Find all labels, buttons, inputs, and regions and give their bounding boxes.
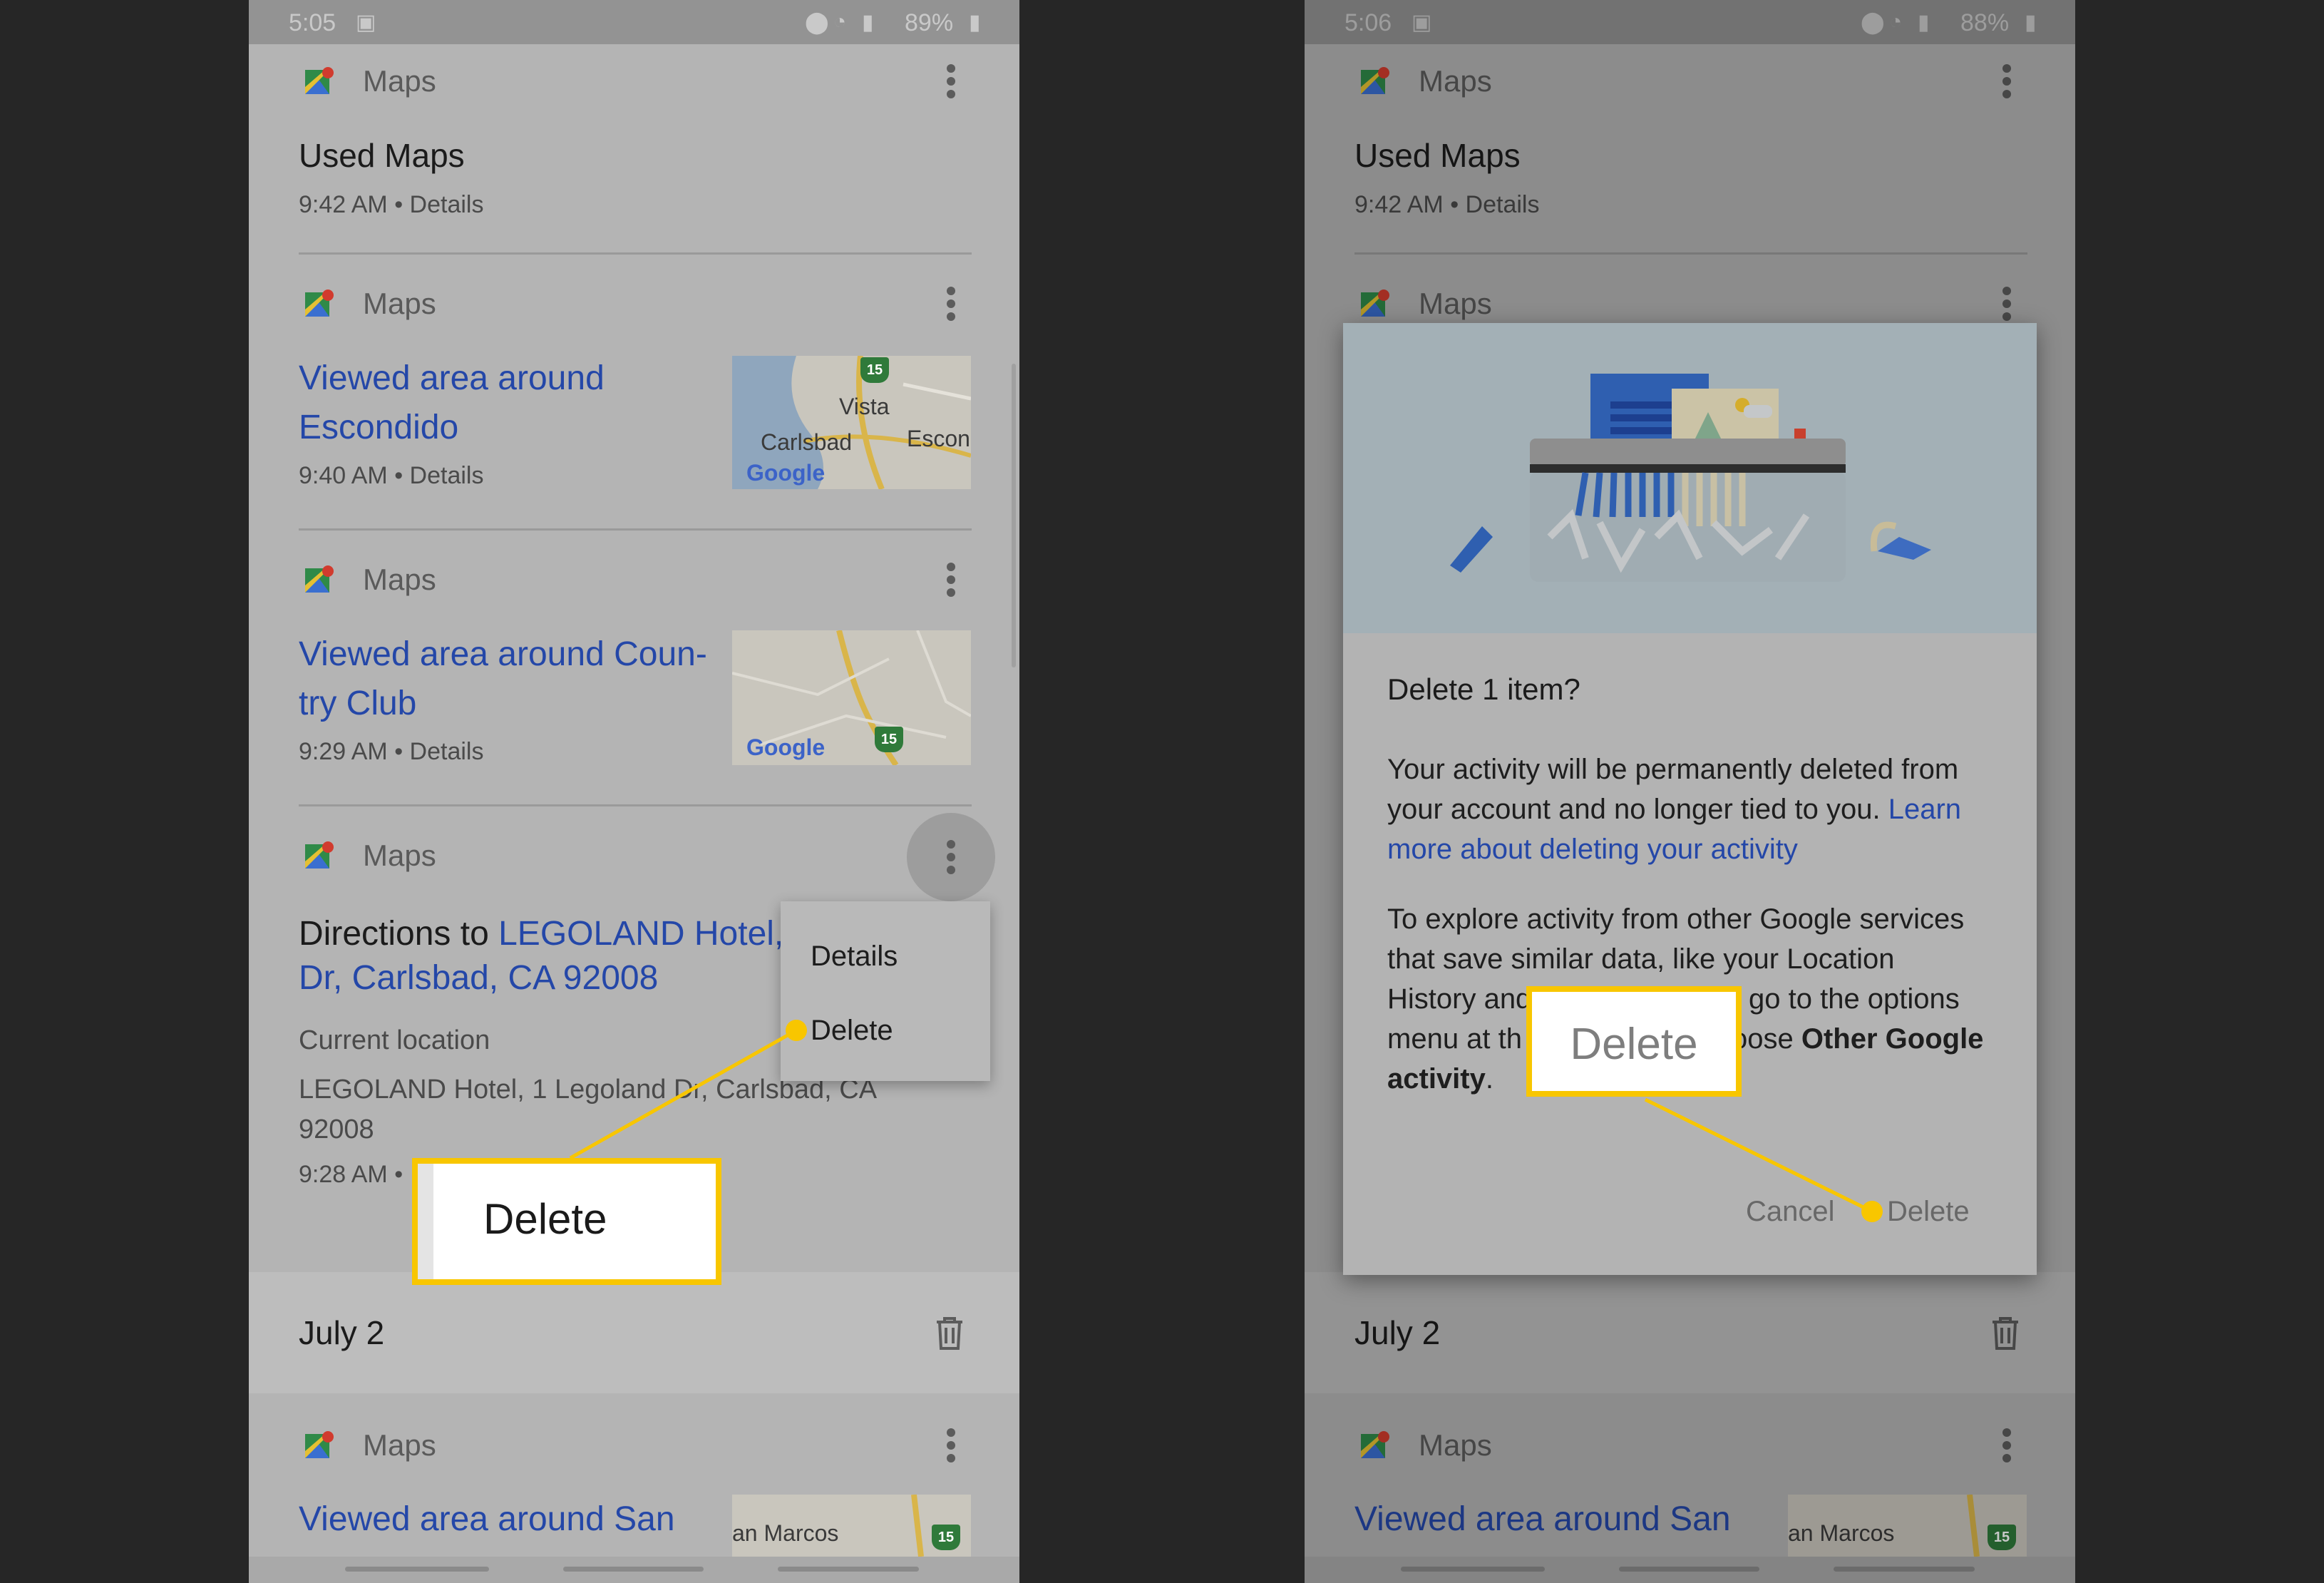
map-thumbnail[interactable]: 15 Google [732,630,971,765]
app-name: Maps [363,1428,436,1462]
status-bar: 5:05 ▣ ⬤ ◔ ▮ 89% ▮ [249,0,1019,44]
wifi-icon: ◔ [833,10,847,34]
dialog-title: Delete 1 item? [1387,672,1580,706]
more-options-icon[interactable] [930,275,972,332]
activity-meta[interactable]: 9:42 AM • Details [299,193,483,217]
activity-title-link[interactable]: Viewed area around Escondido [299,354,605,452]
callout-dot [786,1020,807,1041]
destination-link[interactable]: LEGOLAND Hotel, [498,915,783,953]
callout-label: Delete [1570,1020,1698,1069]
delete-confirmation-dialog: Delete 1 item? Your activity will be per… [1343,323,2037,1275]
activity-meta[interactable]: 9:29 AM • Details [299,739,483,764]
google-maps-icon [305,565,334,593]
battery-percent: 89% [905,9,954,36]
left-phone-screen: 5:05 ▣ ⬤ ◔ ▮ 89% ▮ Maps Used Maps 9:42 A… [249,0,1019,1583]
more-options-icon[interactable] [930,53,972,110]
activity-title-link[interactable]: Viewed area around Coun-try Club [299,630,707,728]
address-line: 92008 [299,1115,374,1144]
app-name: Maps [363,287,436,320]
delete-button[interactable]: Delete [1887,1197,1970,1226]
date-section-header: July 2 [249,1272,1019,1393]
directions-title: Directions to LEGOLAND Hotel, [299,915,784,953]
google-maps-icon [305,1431,334,1458]
delete-callout: Delete [1526,986,1742,1097]
shredder-illustration [1343,323,2037,633]
status-time: 5:05 [289,9,336,36]
google-maps-icon [305,67,334,94]
divider [299,252,972,255]
activity-title: Used Maps [299,137,465,174]
right-phone-screen: 5:06 ▣ ⬤ ◔ ▮ 88% ▮ Maps Used Maps 9:42 A… [1305,0,2075,1583]
notification-icon: ▣ [356,11,376,34]
activity-meta[interactable]: 9:28 AM • [299,1162,403,1187]
overflow-menu: Details Delete [781,901,990,1081]
google-logo: Google [746,734,826,760]
map-thumbnail[interactable]: an Marcos 15 [732,1495,971,1557]
trash-icon[interactable] [934,1316,965,1351]
signal-icon: ▮ [862,11,874,34]
delete-callout: Delete [412,1158,721,1285]
dialog-body-fragment: go to the options [1749,983,1960,1015]
app-name: Maps [363,64,436,98]
dialog-body-fragment: oose Other Google [1732,1023,1984,1055]
dialog-body-paragraph: Your activity will be permanently delete… [1387,749,1961,869]
gesture-navigation-bar[interactable] [249,1557,1019,1583]
cancel-button[interactable]: Cancel [1746,1197,1835,1226]
divider [299,528,972,531]
location-icon: ⬤ [805,11,829,34]
section-date: July 2 [299,1314,385,1351]
google-maps-icon [305,841,334,869]
callout-label: Delete [483,1195,607,1243]
more-options-icon[interactable] [930,1417,972,1474]
activity-meta[interactable]: 9:40 AM • Details [299,463,483,488]
activity-title-link[interactable]: Viewed area around San [299,1502,675,1537]
callout-dot [1861,1201,1883,1222]
learn-more-link[interactable]: more about deleting your activity [1387,829,1961,869]
scrollbar[interactable] [1012,364,1016,667]
google-maps-icon [305,290,334,317]
menu-item-delete[interactable]: Delete [811,1016,893,1045]
menu-item-details[interactable]: Details [811,942,898,970]
more-options-icon[interactable] [930,829,972,886]
map-thumbnail[interactable]: 15 Vista Carlsbad Escon Google [732,356,971,489]
battery-icon: ▮ [969,11,981,34]
google-logo: Google [746,460,826,486]
destination-link[interactable]: Dr, Carlsbad, CA 92008 [299,961,658,995]
learn-more-link[interactable]: Learn [1888,794,1961,825]
more-options-icon[interactable] [930,551,972,608]
app-name: Maps [363,839,436,872]
origin-label: Current location [299,1025,490,1055]
app-name: Maps [363,563,436,596]
divider [299,804,972,806]
